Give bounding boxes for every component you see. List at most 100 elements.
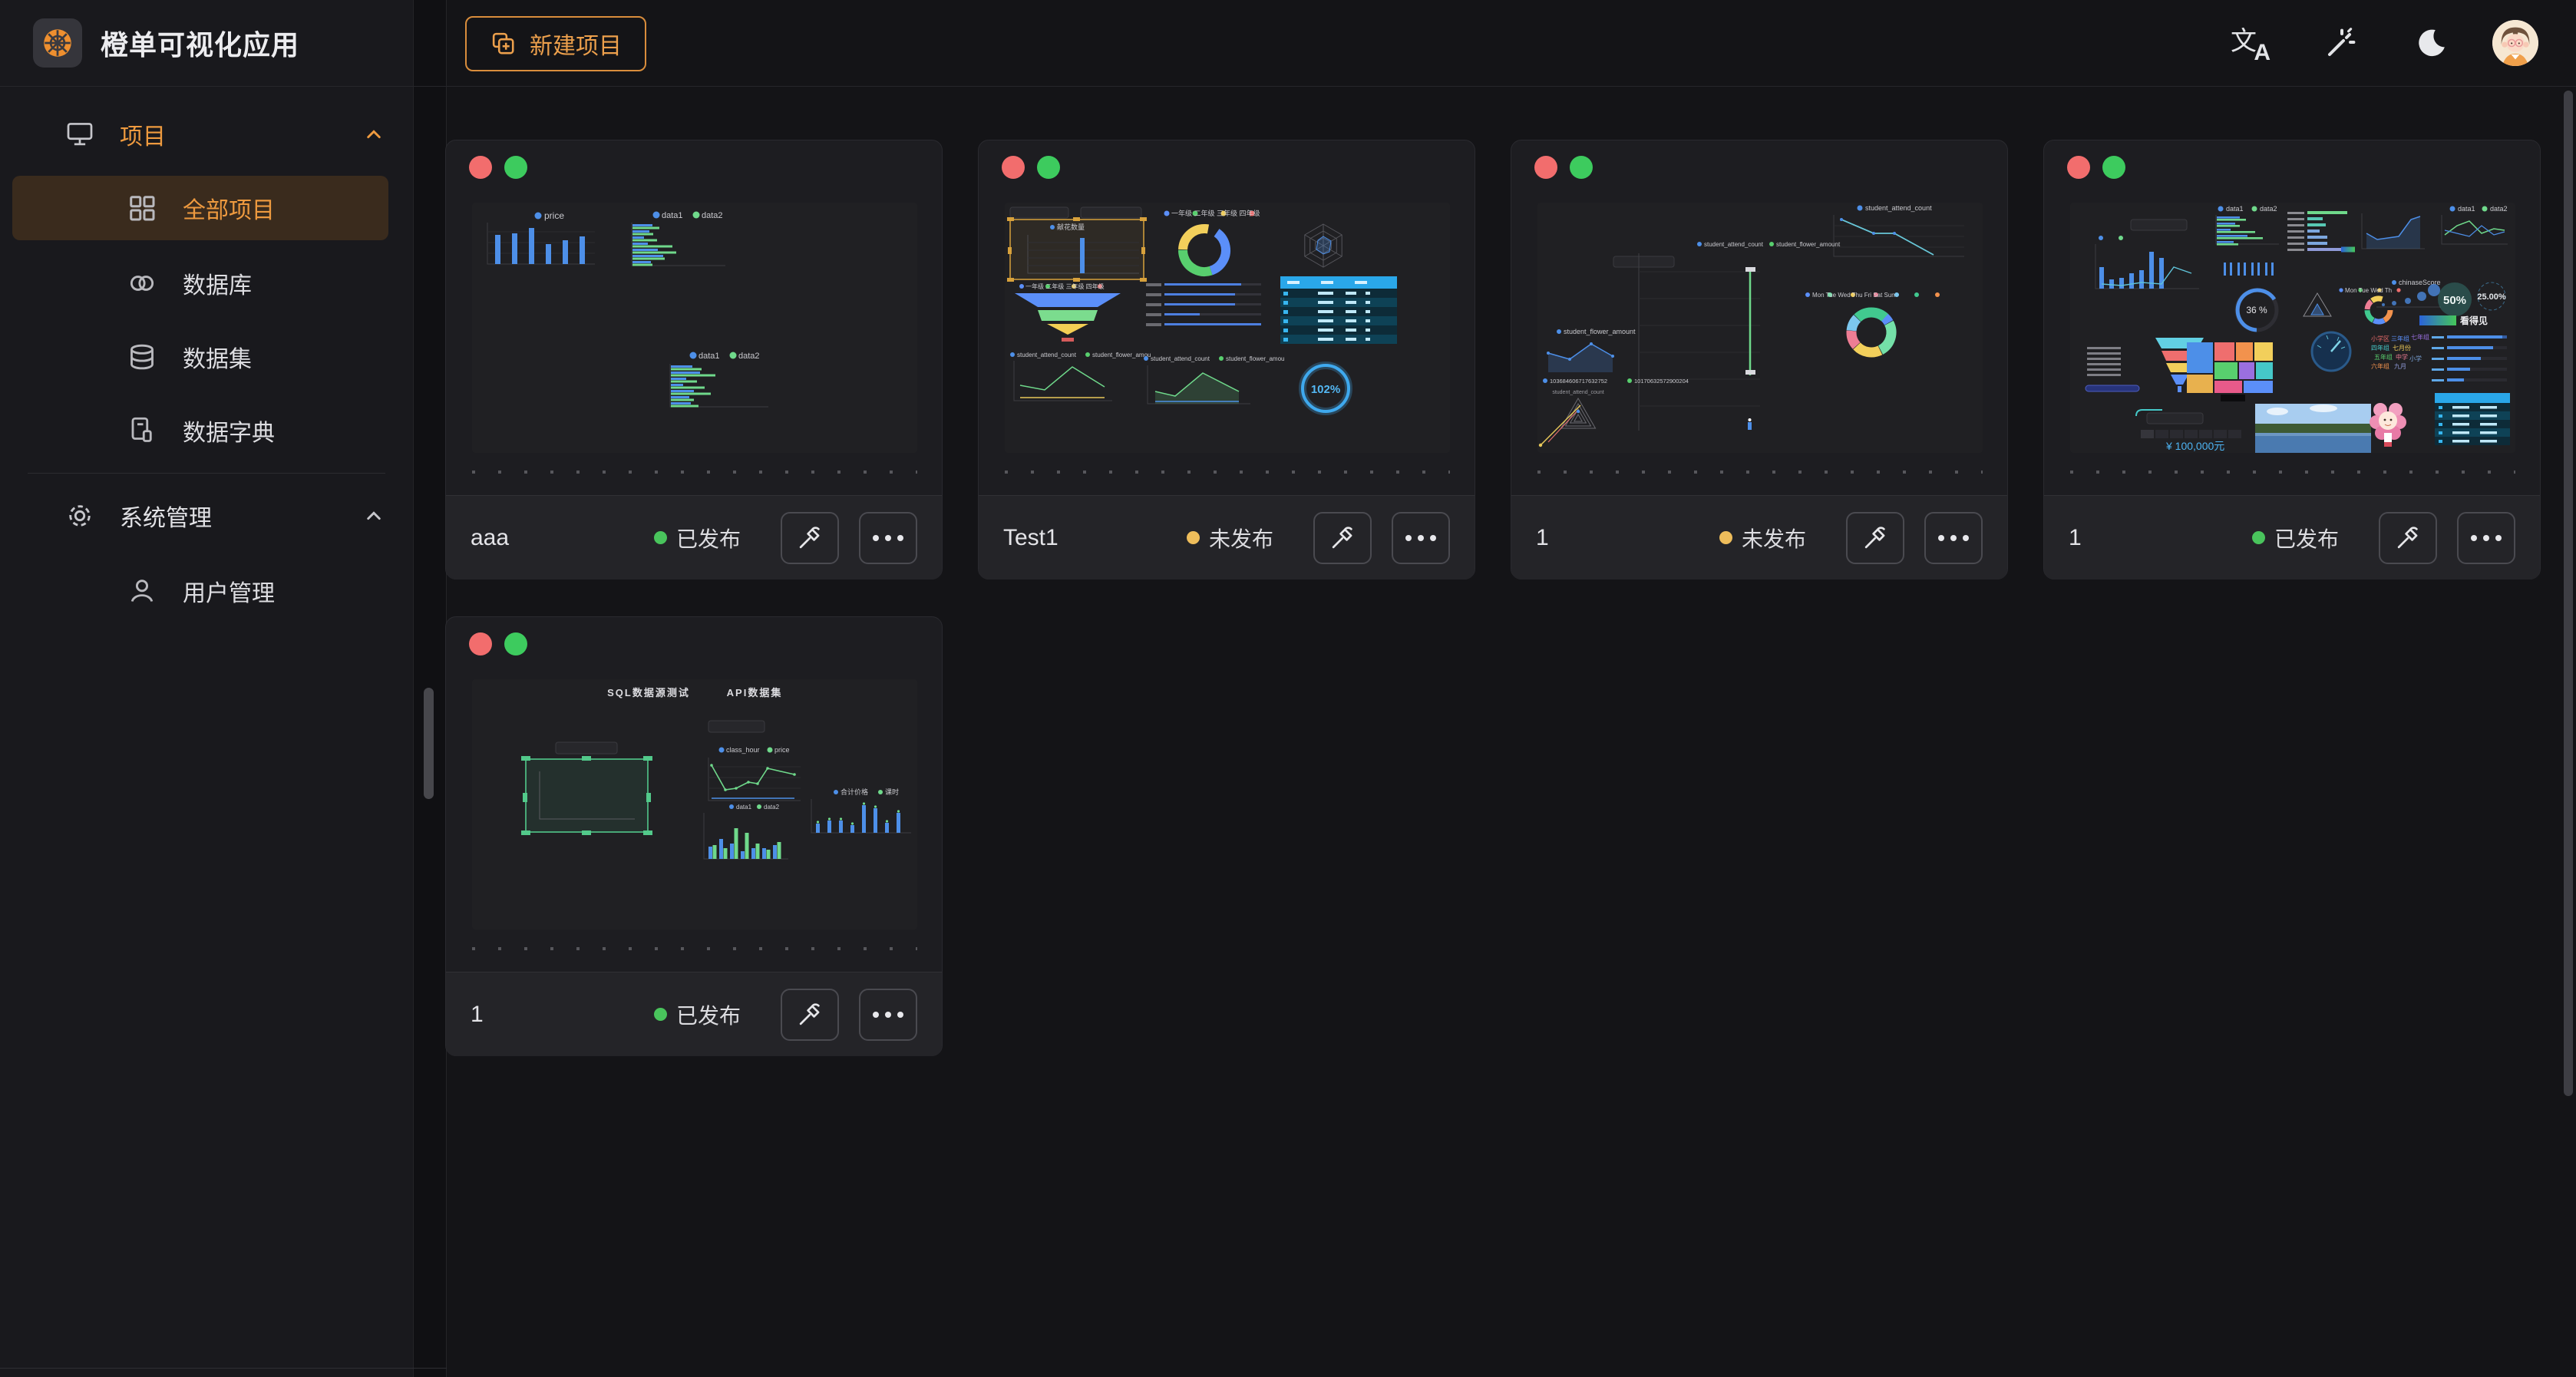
more-actions-button[interactable] <box>1924 512 1983 564</box>
window-dots <box>2067 156 2125 179</box>
user-icon <box>126 575 158 607</box>
sidebar-group-label: 系统管理 <box>120 499 212 533</box>
edit-project-button[interactable] <box>781 512 839 564</box>
svg-text:10170632572900204: 10170632572900204 <box>1634 378 1689 385</box>
sidebar-item-label: 数据字典 <box>183 414 275 447</box>
svg-text:一年级 二年级 三年级 四年级: 一年级 二年级 三年级 四年级 <box>1025 282 1105 290</box>
dotted-separator <box>472 471 917 474</box>
svg-text:九月: 九月 <box>2394 363 2406 370</box>
svg-text:看得见: 看得见 <box>2460 315 2488 326</box>
database-stack-icon <box>126 341 158 373</box>
red-dot-icon <box>1002 156 1025 179</box>
chevron-up-icon <box>361 503 387 529</box>
status-badge: 未发布 <box>1719 523 1806 553</box>
svg-text:献花数量: 献花数量 <box>1057 223 1085 231</box>
dotted-separator <box>1537 471 1983 474</box>
svg-text:price: price <box>544 210 564 221</box>
more-actions-button[interactable] <box>1392 512 1450 564</box>
svg-text:中学: 中学 <box>2396 353 2408 361</box>
translate-icon: 文A <box>2231 23 2271 63</box>
ellipsis-icon <box>1938 535 1969 541</box>
svg-text:Mon Tue Wed Thu Fri Sat: Mon Tue Wed Thu Fri Sat Sun <box>1812 292 1895 299</box>
svg-text:data1: data1 <box>698 352 720 361</box>
window-dots <box>469 156 527 179</box>
svg-text:五年组: 五年组 <box>2374 353 2393 361</box>
svg-text:data1: data1 <box>662 211 683 220</box>
edit-project-button[interactable] <box>781 989 839 1041</box>
svg-text:小学: 小学 <box>2409 355 2422 362</box>
svg-text:data2: data2 <box>2490 205 2508 213</box>
svg-text:data2: data2 <box>702 211 723 220</box>
project-card[interactable]: student_attend_count student_attend_coun… <box>1511 140 2008 580</box>
status-badge: 已发布 <box>654 999 741 1030</box>
app-title: 橙单可视化应用 <box>101 23 299 63</box>
hammer-icon <box>795 1000 824 1029</box>
green-dot-icon <box>504 156 527 179</box>
hammer-icon <box>1861 523 1890 553</box>
svg-text:student_flower_amount: student_flower_amount <box>1564 328 1636 335</box>
published-dot-icon <box>2252 531 2265 544</box>
edit-project-button[interactable] <box>1846 512 1904 564</box>
svg-text:student_flower_amou: student_flower_amou <box>1092 352 1151 358</box>
moon-icon <box>2414 25 2449 61</box>
grid-icon <box>126 192 158 224</box>
sidebar-item-dictionary[interactable]: 数据字典 <box>12 398 388 463</box>
green-dot-icon <box>1037 156 1060 179</box>
status-badge: 未发布 <box>1187 523 1273 553</box>
hammer-icon <box>795 523 824 553</box>
more-actions-button[interactable] <box>2457 512 2515 564</box>
svg-text:一年级 二年级 三年级 四年级: 一年级 二年级 三年级 四年级 <box>1171 209 1260 217</box>
scrollbar-thumb[interactable] <box>2564 91 2573 1096</box>
more-actions-button[interactable] <box>859 989 917 1041</box>
sidebar-item-users[interactable]: 用户管理 <box>12 559 388 623</box>
svg-text:data1: data1 <box>2458 205 2475 213</box>
svg-text:六年组: 六年组 <box>2371 362 2389 370</box>
project-card[interactable]: SQL数据源测试 API数据集 class_hour price <box>445 616 943 1056</box>
dark-mode-button[interactable] <box>2409 20 2455 66</box>
svg-text:data2: data2 <box>738 352 760 361</box>
app-logo <box>33 18 82 68</box>
dotted-separator <box>472 947 917 950</box>
svg-text:七月份: 七月份 <box>2393 344 2411 352</box>
project-name: 1 <box>471 1002 484 1028</box>
red-dot-icon <box>1534 156 1557 179</box>
edit-project-button[interactable] <box>2379 512 2437 564</box>
project-card[interactable]: data1 data2 data1 <box>2043 140 2541 580</box>
svg-text:student_attend_count: student_attend_count <box>1017 352 1077 358</box>
card-footer: aaa 已发布 <box>446 495 942 580</box>
project-name: aaa <box>471 525 509 551</box>
project-name: 1 <box>1536 525 1549 551</box>
ellipsis-icon <box>2471 535 2502 541</box>
sidebar-item-dataset[interactable]: 数据集 <box>12 325 388 389</box>
svg-text:data1: data1 <box>736 804 752 811</box>
magic-wand-icon <box>2323 25 2360 61</box>
chevron-up-icon <box>361 121 387 147</box>
sidebar-item-label: 数据集 <box>183 340 252 374</box>
language-button[interactable]: 文A <box>2228 20 2274 66</box>
svg-text:data1: data1 <box>2226 205 2244 213</box>
project-card[interactable]: 一年级 二年级 三年级 四年级 献花数量 一年级 <box>978 140 1475 580</box>
magic-wand-button[interactable] <box>2318 20 2364 66</box>
project-card[interactable]: price data1 data2 data1 data2 <box>445 140 943 580</box>
sidebar-item-all-projects[interactable]: 全部项目 <box>12 176 388 240</box>
sidebar-group-projects[interactable]: 项目 <box>0 102 413 167</box>
document-icon <box>126 414 158 447</box>
new-project-button[interactable]: 新建项目 <box>465 16 646 71</box>
status-badge: 已发布 <box>2252 523 2339 553</box>
svg-text:50%: 50% <box>2443 294 2466 307</box>
published-dot-icon <box>654 531 667 544</box>
scrollbar-thumb[interactable] <box>424 688 434 799</box>
dashboard-preview: 一年级 二年级 三年级 四年级 献花数量 一年级 <box>1005 203 1450 453</box>
app-root: 橙单可视化应用 项目 全部项目 数据库 <box>0 0 2576 1377</box>
card-footer: Test1 未发布 <box>979 495 1475 580</box>
sidebar-item-database[interactable]: 数据库 <box>12 251 388 315</box>
orange-wheel-icon <box>40 25 75 61</box>
project-name: Test1 <box>1003 525 1058 551</box>
more-actions-button[interactable] <box>859 512 917 564</box>
edit-project-button[interactable] <box>1313 512 1372 564</box>
sidebar-group-system[interactable]: 系统管理 <box>0 484 413 548</box>
svg-text:student_attend_count: student_attend_count <box>1552 390 1603 395</box>
dotted-separator <box>2070 471 2515 474</box>
user-avatar[interactable] <box>2492 20 2538 66</box>
link-icon <box>126 267 158 299</box>
